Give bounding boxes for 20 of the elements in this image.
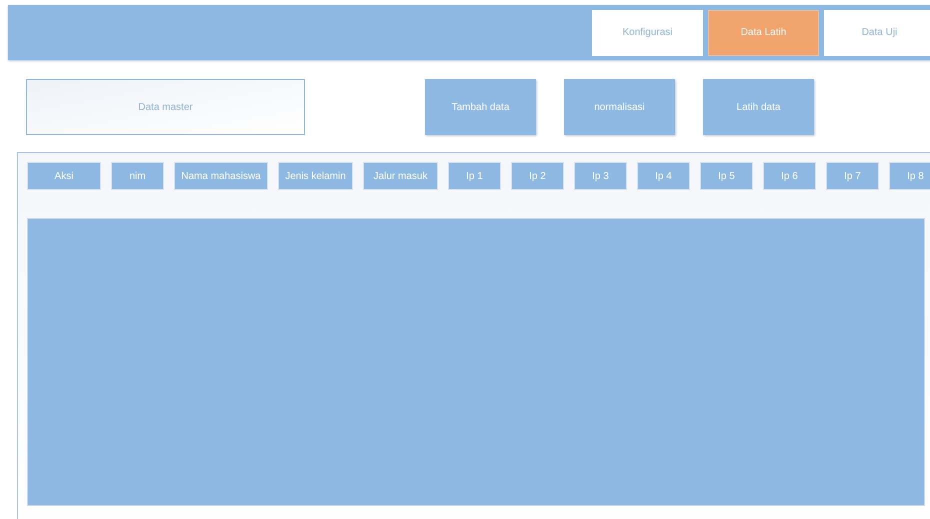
column-header: nim [111,162,164,190]
column-header: Jenis kelamin [278,162,353,190]
column-header: Ip 4 [637,162,690,190]
column-header: Ip 5 [700,162,753,190]
column-header: Ip 2 [511,162,564,190]
column-header: Ip 7 [826,162,879,190]
action-button[interactable]: Tambah data [425,79,536,135]
column-header: Ip 8 [889,162,930,190]
action-button[interactable]: normalisasi [564,79,675,135]
column-header: Aksi [27,162,101,190]
tab[interactable]: Data Uji [824,10,930,56]
column-header: Jalur masuk [363,162,438,190]
action-button[interactable]: Latih data [703,79,814,135]
column-header: Nama mahasiswa [174,162,268,190]
data-master-box: Data master [26,79,305,135]
column-header: Ip 3 [574,162,627,190]
column-header: Ip 1 [448,162,501,190]
tab[interactable]: Data Latih [708,10,819,56]
column-header: Ip 6 [763,162,816,190]
tab[interactable]: Konfigurasi [592,10,703,56]
